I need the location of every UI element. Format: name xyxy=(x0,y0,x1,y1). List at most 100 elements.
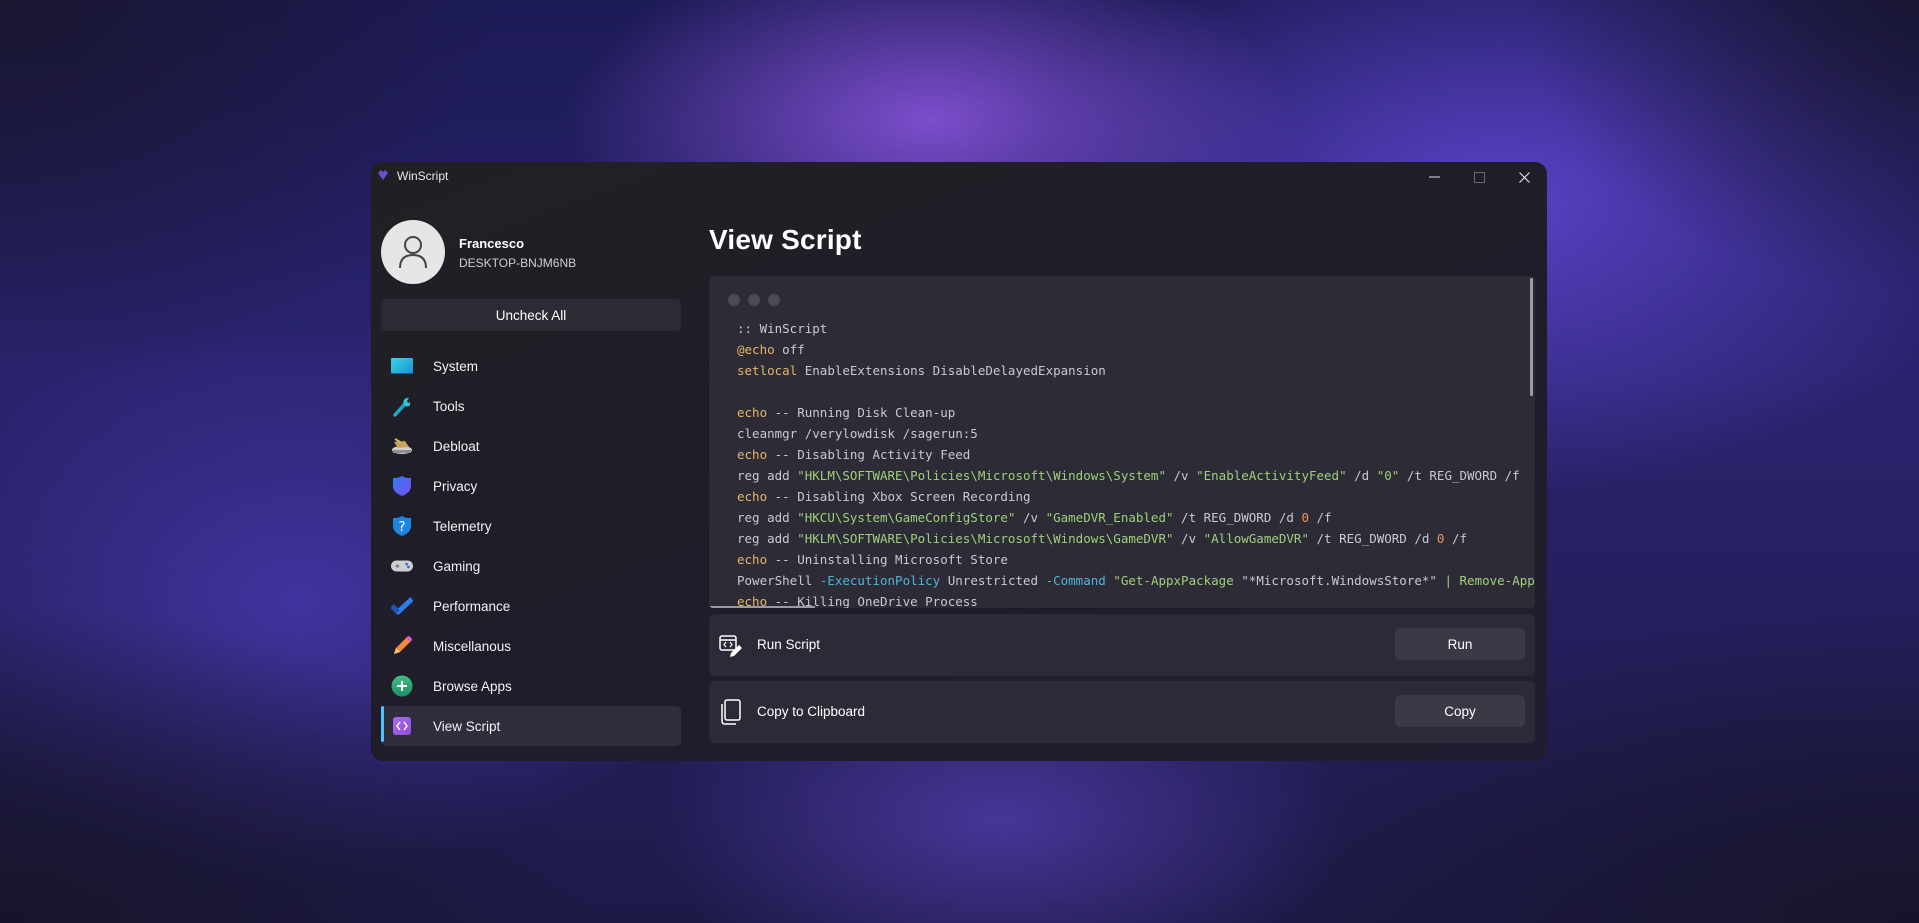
code-token: | Remove-AppxPackage" xyxy=(1444,573,1535,588)
pencil-icon xyxy=(391,636,413,656)
code-token: /t REG_DWORD /f xyxy=(1399,468,1520,483)
sidebar-item-label: Telemetry xyxy=(433,518,492,534)
code-token: echo xyxy=(737,552,768,567)
plus-circle-icon xyxy=(391,675,413,697)
sidebar-item-system[interactable]: System xyxy=(381,346,681,386)
page-title: View Script xyxy=(709,224,862,255)
close-icon xyxy=(1518,171,1530,183)
code-token: "HKCU\System\GameConfigStore" xyxy=(797,510,1016,525)
code-token: /t REG_DWORD /d xyxy=(1308,531,1437,546)
code-line: echo -- Disabling Activity Feed xyxy=(737,444,1535,465)
dot-icon xyxy=(748,294,760,306)
winscript-window: WinScript Francesco DESKTOP-BNJM6NB Unch… xyxy=(371,162,1547,761)
code-line: PowerShell -ExecutionPolicy Unrestricted… xyxy=(737,570,1535,591)
code-line: :: WinScript xyxy=(737,318,1535,339)
run-script-card: Run Script Run xyxy=(709,614,1535,676)
broom-drive-icon xyxy=(391,436,413,456)
code-token: Unrestricted xyxy=(940,573,1046,588)
minimize-button[interactable] xyxy=(1411,162,1457,192)
sidebar-nav: System Tools Debloat Privacy ? Telemetry xyxy=(381,346,681,746)
window-title: WinScript xyxy=(397,169,449,183)
code-line: reg add "HKLM\SOFTWARE\Policies\Microsof… xyxy=(737,465,1535,486)
sidebar-item-miscellanous[interactable]: Miscellanous xyxy=(381,626,681,666)
code-token: "EnableActivityFeed" xyxy=(1196,468,1347,483)
code-token: -ExecutionPolicy xyxy=(819,573,941,588)
sidebar-item-privacy[interactable]: Privacy xyxy=(381,466,681,506)
code-token: PowerShell xyxy=(737,573,820,588)
sidebar-item-telemetry[interactable]: ? Telemetry xyxy=(381,506,681,546)
code-token: echo xyxy=(737,447,768,462)
shield-icon xyxy=(391,476,413,496)
code-line: echo -- Running Disk Clean-up xyxy=(737,402,1535,423)
maximize-button[interactable] xyxy=(1456,162,1502,192)
user-name: Francesco xyxy=(459,236,525,251)
app-logo-icon xyxy=(378,170,388,180)
code-token: -- Uninstalling Microsoft Store xyxy=(767,552,1008,567)
user-icon xyxy=(399,236,427,269)
code-token: /f xyxy=(1308,510,1332,525)
code-token: -- Disabling Xbox Screen Recording xyxy=(767,489,1031,504)
run-script-icon xyxy=(719,635,742,657)
sidebar-item-browse-apps[interactable]: Browse Apps xyxy=(381,666,681,706)
code-token: reg add xyxy=(737,510,798,525)
sidebar-item-view-script[interactable]: View Script xyxy=(381,706,681,746)
code-icon xyxy=(391,716,413,736)
sidebar-item-label: Tools xyxy=(433,398,465,414)
code-token: "AllowGameDVR" xyxy=(1203,531,1309,546)
code-token: "GameDVR_Enabled" xyxy=(1045,510,1174,525)
sidebar-item-tools[interactable]: Tools xyxy=(381,386,681,426)
code-token: /d xyxy=(1346,468,1377,483)
sidebar-item-label: View Script xyxy=(433,718,501,734)
window-dots xyxy=(728,294,780,306)
svg-text:?: ? xyxy=(399,520,406,535)
script-code: :: WinScript @echo off setlocal EnableExte… xyxy=(737,318,1535,608)
sidebar-item-performance[interactable]: Performance xyxy=(381,586,681,626)
run-button[interactable]: Run xyxy=(1395,628,1525,660)
title-bar[interactable]: WinScript xyxy=(371,162,1547,192)
wrench-icon xyxy=(391,396,413,417)
code-token: setlocal xyxy=(737,363,798,378)
copy-clipboard-card: Copy to Clipboard Copy xyxy=(709,681,1535,743)
copy-clipboard-label: Copy to Clipboard xyxy=(757,704,866,719)
sidebar-item-debloat[interactable]: Debloat xyxy=(381,426,681,466)
horizontal-scrollbar[interactable] xyxy=(709,606,815,608)
vertical-scrollbar[interactable] xyxy=(1530,278,1533,396)
uncheck-all-button[interactable]: Uncheck All xyxy=(381,299,681,331)
code-line: reg add "HKLM\SOFTWARE\Policies\Microsof… xyxy=(737,528,1535,549)
code-line: setlocal EnableExtensions DisableDelayed… xyxy=(737,360,1535,381)
code-token: /v xyxy=(1173,531,1204,546)
copy-button[interactable]: Copy xyxy=(1395,695,1525,727)
sidebar-item-label: Performance xyxy=(433,598,511,614)
code-token: "HKLM\SOFTWARE\Policies\Microsoft\Window… xyxy=(797,468,1166,483)
sidebar-item-gaming[interactable]: Gaming xyxy=(381,546,681,586)
code-line: reg add "HKCU\System\GameConfigStore" /v… xyxy=(737,507,1535,528)
code-token: "Get-AppxPackage xyxy=(1113,573,1242,588)
minimize-icon xyxy=(1428,176,1440,178)
code-line: echo -- Uninstalling Microsoft Store xyxy=(737,549,1535,570)
code-token: /f xyxy=(1444,531,1468,546)
background-shade xyxy=(1519,0,1919,300)
code-token: reg add xyxy=(737,531,798,546)
code-token: "0" xyxy=(1376,468,1400,483)
code-token: 0 xyxy=(1301,510,1309,525)
code-line: cleanmgr /verylowdisk /sagerun:5 xyxy=(737,423,1535,444)
code-token: :: WinScript xyxy=(737,321,828,336)
computer-name: DESKTOP-BNJM6NB xyxy=(459,256,577,270)
close-button[interactable] xyxy=(1501,162,1547,192)
run-script-label: Run Script xyxy=(757,637,821,652)
gamepad-icon xyxy=(391,556,413,576)
code-token: echo xyxy=(737,489,768,504)
sidebar-item-label: System xyxy=(433,358,479,374)
script-code-view[interactable]: :: WinScript @echo off setlocal EnableExte… xyxy=(709,276,1535,608)
shield-question-icon: ? xyxy=(391,516,413,536)
code-token: "*Microsoft.WindowsStore*" xyxy=(1241,573,1437,588)
code-token: -Command xyxy=(1045,573,1106,588)
sidebar-item-label: Privacy xyxy=(433,478,478,494)
code-token: echo xyxy=(737,405,768,420)
selection-indicator xyxy=(381,706,384,742)
code-token: /t REG_DWORD /d xyxy=(1173,510,1302,525)
code-token: off xyxy=(774,342,805,357)
code-token: /v xyxy=(1165,468,1197,483)
monitor-icon xyxy=(391,356,413,376)
